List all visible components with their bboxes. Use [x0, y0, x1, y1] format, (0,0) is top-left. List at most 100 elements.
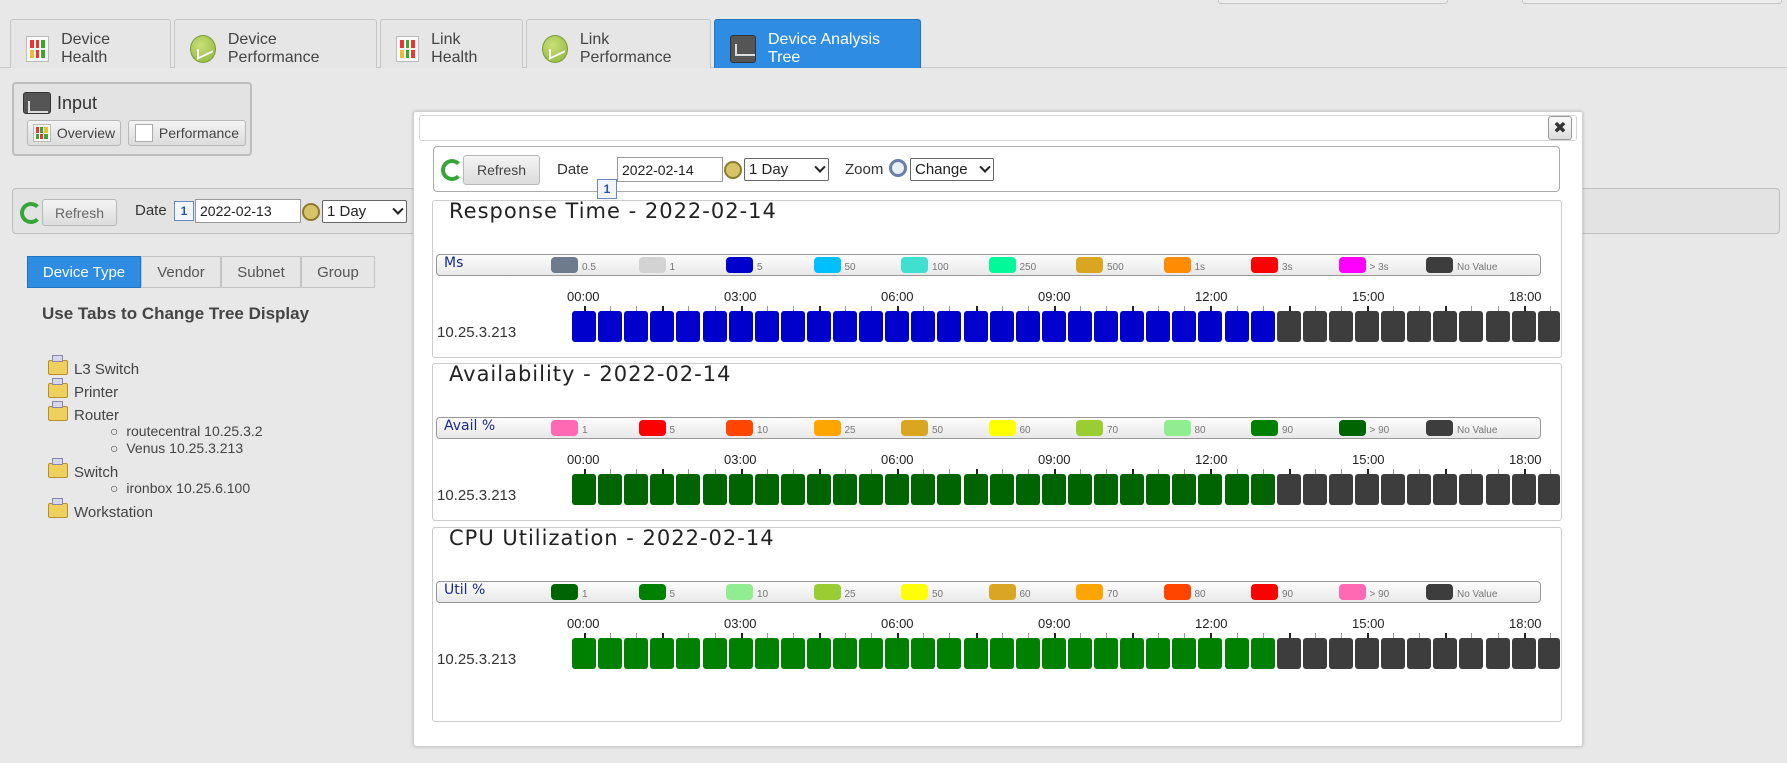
refresh-icon[interactable]	[441, 159, 463, 181]
heatmap-cell[interactable]	[780, 474, 805, 505]
modal-date-input[interactable]: 2022-02-14	[617, 157, 723, 182]
heatmap-cell[interactable]	[1198, 311, 1223, 342]
heatmap-cell[interactable]	[1328, 474, 1353, 505]
tree-node-switch[interactable]: Switch	[48, 458, 118, 481]
tree-node-printer[interactable]: Printer	[48, 378, 118, 401]
heatmap-cell[interactable]	[702, 311, 727, 342]
heatmap-cell[interactable]	[937, 638, 962, 669]
heatmap-cell[interactable]	[1302, 474, 1327, 505]
heatmap-cell[interactable]	[1172, 311, 1197, 342]
background-refresh-button[interactable]: Refresh	[42, 199, 117, 226]
heatmap-cell[interactable]	[1041, 638, 1066, 669]
modal-zoom-select[interactable]: Change	[910, 158, 994, 181]
heatmap-cell[interactable]	[598, 474, 623, 505]
heatmap-cell[interactable]	[1041, 474, 1066, 505]
heatmap-cell[interactable]	[1485, 474, 1510, 505]
heatmap-cell[interactable]	[1381, 311, 1406, 342]
heatmap-cell[interactable]	[1015, 311, 1040, 342]
heatmap-cell[interactable]	[1067, 311, 1092, 342]
heatmap-cell[interactable]	[1302, 638, 1327, 669]
heatmap-cell[interactable]	[1276, 638, 1301, 669]
heatmap-cell[interactable]	[1407, 638, 1432, 669]
heatmap-cell[interactable]	[1224, 638, 1249, 669]
heatmap-cell[interactable]	[1537, 474, 1560, 505]
heatmap-cell[interactable]	[963, 474, 988, 505]
heatmap-cell[interactable]	[1459, 474, 1484, 505]
tree-leaf-venus[interactable]: ○ Venus 10.25.3.213	[110, 440, 243, 457]
overview-button[interactable]: Overview	[27, 120, 121, 146]
background-date-input[interactable]: 2022-02-13	[195, 199, 301, 223]
performance-button[interactable]: Performance	[128, 120, 246, 146]
heatmap-cell[interactable]	[833, 311, 857, 342]
heatmap-cell[interactable]	[1511, 474, 1536, 505]
heatmap-cell[interactable]	[728, 638, 753, 669]
heatmap-cell[interactable]	[1511, 638, 1536, 669]
clock-icon[interactable]	[724, 161, 742, 179]
heatmap-cell[interactable]	[1328, 311, 1353, 342]
heatmap-cell[interactable]	[1172, 474, 1197, 505]
heatmap-cell[interactable]	[1041, 311, 1066, 342]
heatmap-cell[interactable]	[1120, 311, 1145, 342]
heatmap-cell[interactable]	[806, 474, 831, 505]
heatmap-cell[interactable]	[1433, 474, 1458, 505]
heatmap-cell[interactable]	[806, 311, 831, 342]
heatmap-cell[interactable]	[1172, 638, 1197, 669]
heatmap-cell[interactable]	[1355, 311, 1379, 342]
heatmap-cell[interactable]	[937, 474, 962, 505]
heatmap-cell[interactable]	[624, 474, 649, 505]
heatmap-cell[interactable]	[911, 638, 936, 669]
heatmap-cell[interactable]	[989, 638, 1014, 669]
heatmap-cell[interactable]	[911, 311, 936, 342]
heatmap-cell[interactable]	[624, 311, 649, 342]
heatmap-cell[interactable]	[989, 311, 1014, 342]
heatmap-cell[interactable]	[676, 638, 701, 669]
heatmap-cell[interactable]	[963, 638, 988, 669]
tab-device-performance[interactable]: Device Performance	[174, 19, 377, 68]
heatmap-cell[interactable]	[1094, 311, 1118, 342]
heatmap-cell[interactable]	[650, 474, 675, 505]
heatmap-cell[interactable]	[1459, 638, 1484, 669]
heatmap-cell[interactable]	[780, 311, 805, 342]
heatmap-cell[interactable]	[859, 474, 884, 505]
heatmap-cell[interactable]	[1094, 474, 1118, 505]
heatmap-cell[interactable]	[780, 638, 805, 669]
calendar-icon[interactable]: 1	[174, 201, 194, 221]
heatmap-cell[interactable]	[885, 638, 910, 669]
heatmap-cell[interactable]	[1198, 638, 1223, 669]
heatmap-cell[interactable]	[1381, 474, 1406, 505]
heatmap-cell[interactable]	[1537, 638, 1560, 669]
tab-device-type[interactable]: Device Type	[27, 256, 141, 288]
heatmap-cell[interactable]	[1433, 638, 1458, 669]
tab-device-analysis-tree[interactable]: Device Analysis Tree	[714, 19, 921, 68]
heatmap-cell[interactable]	[806, 638, 831, 669]
tree-node-router[interactable]: Router	[48, 401, 119, 424]
heatmap-cell[interactable]	[676, 311, 701, 342]
heatmap-cell[interactable]	[1067, 474, 1092, 505]
heatmap-cell[interactable]	[1224, 311, 1249, 342]
heatmap-cell[interactable]	[859, 311, 884, 342]
clock-icon[interactable]	[302, 203, 320, 221]
tab-device-health[interactable]: Device Health	[10, 19, 171, 68]
heatmap-cell[interactable]	[572, 474, 596, 505]
tab-subnet[interactable]: Subnet	[221, 256, 301, 288]
heatmap-cell[interactable]	[937, 311, 962, 342]
refresh-icon[interactable]	[20, 202, 42, 224]
heatmap-cell[interactable]	[911, 474, 936, 505]
heatmap-cell[interactable]	[1250, 474, 1275, 505]
heatmap-cell[interactable]	[859, 638, 884, 669]
heatmap-cell[interactable]	[728, 474, 753, 505]
tree-leaf-routecentral[interactable]: ○ routecentral 10.25.3.2	[110, 423, 263, 440]
tree-leaf-ironbox[interactable]: ○ ironbox 10.25.6.100	[110, 480, 250, 497]
heatmap-cell[interactable]	[1537, 311, 1560, 342]
tab-vendor[interactable]: Vendor	[141, 256, 221, 288]
heatmap-cell[interactable]	[1302, 311, 1327, 342]
heatmap-cell[interactable]	[1094, 638, 1118, 669]
heatmap-cell[interactable]	[1224, 474, 1249, 505]
heatmap-cell[interactable]	[1276, 474, 1301, 505]
heatmap-cell[interactable]	[1459, 311, 1484, 342]
tab-group[interactable]: Group	[301, 256, 375, 288]
calendar-icon[interactable]: 1	[597, 179, 617, 199]
heatmap-cell[interactable]	[1381, 638, 1406, 669]
background-period-select[interactable]: 1 Day	[322, 200, 407, 223]
heatmap-cell[interactable]	[1407, 474, 1432, 505]
